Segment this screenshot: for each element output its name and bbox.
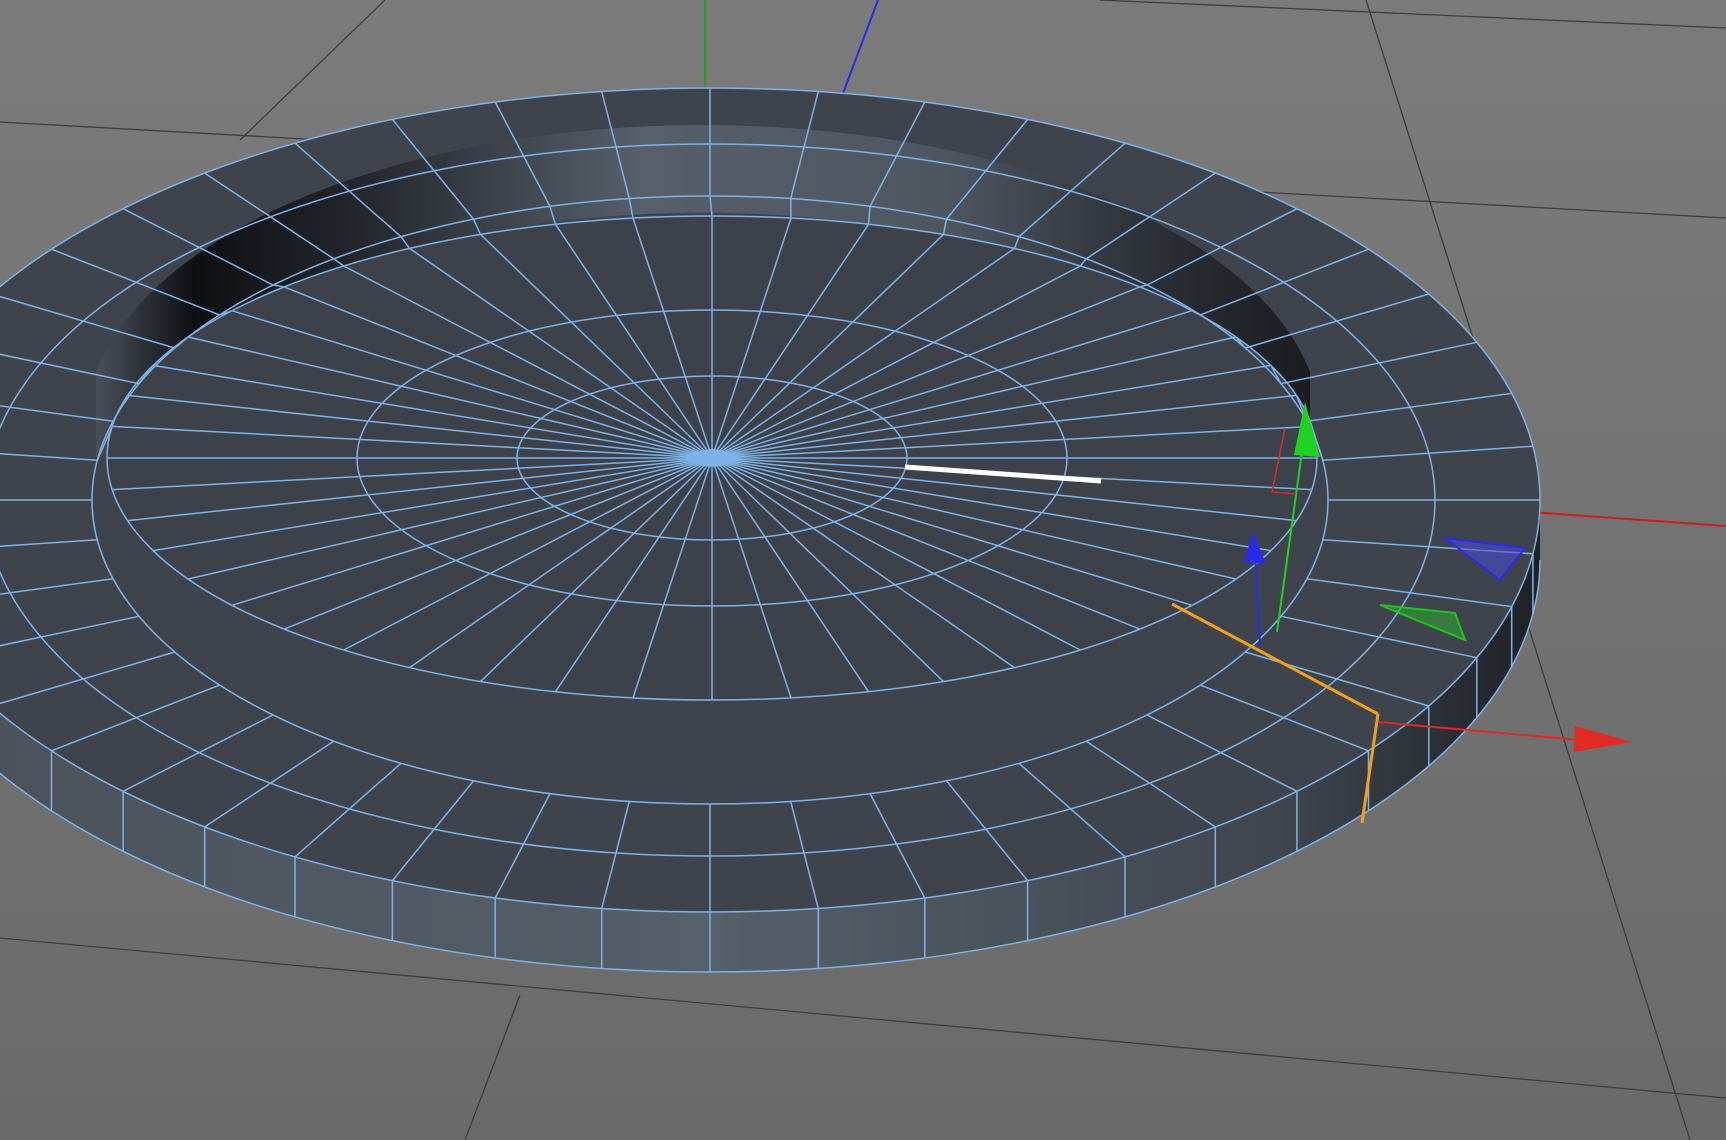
3d-viewport[interactable] xyxy=(0,0,1726,1140)
tube-object[interactable] xyxy=(0,87,1541,973)
tube-center-point xyxy=(693,449,731,467)
viewport-scene[interactable] xyxy=(0,0,1726,1140)
